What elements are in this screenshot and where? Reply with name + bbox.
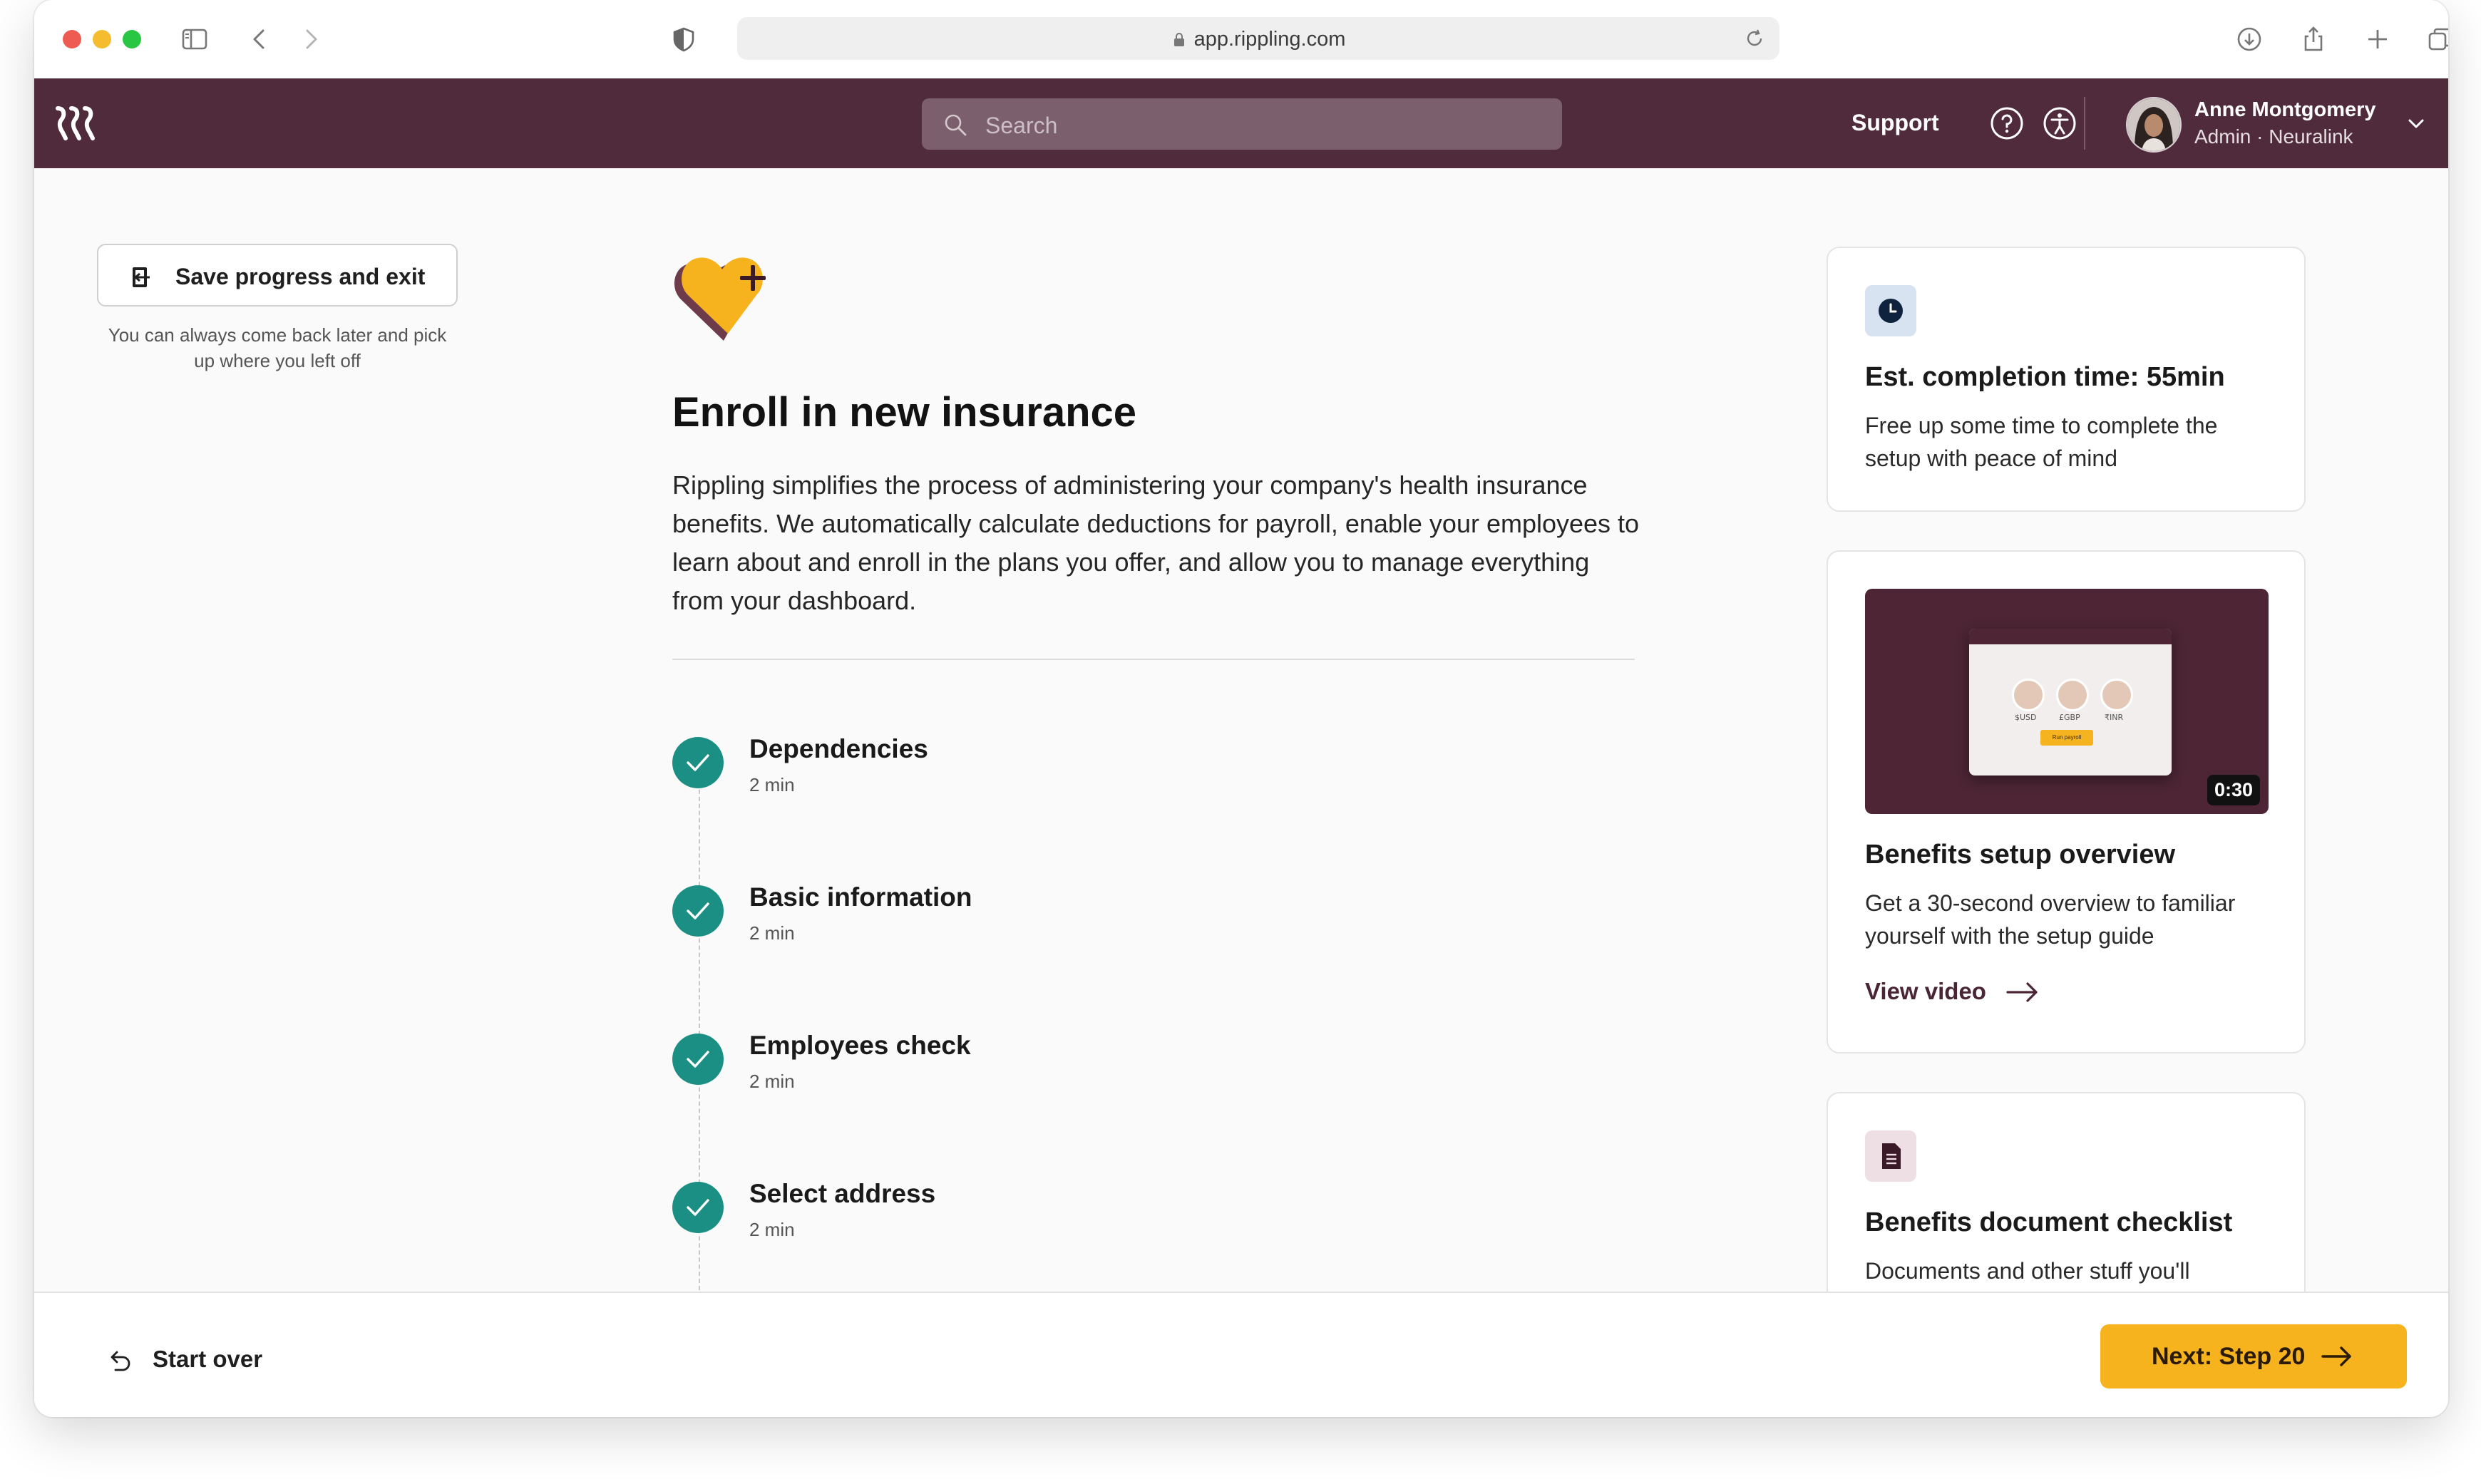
step-select-address[interactable]: Select address 2 min — [672, 1179, 1314, 1267]
user-name: Anne Montgomery — [2194, 98, 2376, 121]
chevron-down-icon[interactable] — [2405, 113, 2428, 135]
step-title: Dependencies — [749, 734, 928, 763]
maximize-window-button[interactable] — [123, 30, 141, 48]
card-description: Documents and other stuff you'll — [1865, 1258, 2190, 1284]
face-avatar — [2100, 679, 2133, 711]
next-step-label: Next: Step 20 — [2152, 1343, 2306, 1370]
lock-icon — [1173, 33, 1184, 46]
rippling-logo[interactable] — [56, 104, 98, 143]
sidebar-icon[interactable] — [178, 23, 211, 56]
card-title: Benefits setup overview — [1865, 840, 2176, 870]
card-title: Benefits document checklist — [1865, 1207, 2233, 1237]
view-video-label: View video — [1865, 978, 1986, 1004]
privacy-shield-icon[interactable] — [667, 23, 700, 56]
view-video-link[interactable]: View video — [1865, 978, 2038, 1005]
browser-window: app.rippling.com Search Support Anne Mon… — [34, 0, 2448, 1417]
heart-plus-icon — [674, 257, 766, 341]
step-employees-check[interactable]: Employees check 2 min — [672, 1031, 1314, 1119]
step-duration: 2 min — [749, 1219, 795, 1240]
document-icon — [1865, 1130, 1916, 1182]
completion-time-card: Est. completion time: 55min Free up some… — [1827, 247, 2306, 512]
check-circle-icon — [672, 1034, 724, 1085]
check-circle-icon — [672, 737, 724, 788]
support-link[interactable]: Support — [1851, 110, 1939, 136]
page-description: Rippling simplifies the process of admin… — [672, 470, 1640, 615]
close-window-button[interactable] — [63, 30, 81, 48]
arrow-right-icon — [2321, 1346, 2351, 1366]
download-icon[interactable] — [2233, 23, 2266, 56]
new-tab-icon[interactable] — [2361, 23, 2394, 56]
step-title: Basic information — [749, 882, 972, 912]
step-dependencies[interactable]: Dependencies 2 min — [672, 734, 1314, 823]
reload-icon[interactable] — [1742, 26, 1767, 51]
help-icon[interactable] — [1989, 105, 2025, 141]
section-divider — [672, 659, 1635, 660]
step-title: Select address — [749, 1179, 936, 1208]
accessibility-icon[interactable] — [2042, 105, 2077, 141]
user-role: Admin · Neuralink — [2194, 125, 2353, 148]
forward-icon[interactable] — [294, 23, 327, 56]
page-title: Enroll in new insurance — [672, 389, 1137, 436]
undo-icon — [111, 1351, 130, 1371]
search-placeholder: Search — [985, 113, 1058, 138]
url-text: app.rippling.com — [1193, 28, 1346, 51]
step-duration: 2 min — [749, 774, 795, 795]
step-duration: 2 min — [749, 922, 795, 944]
save-progress-label: Save progress and exit — [175, 264, 426, 289]
back-icon[interactable] — [244, 23, 277, 56]
currency-label: $USD — [2015, 713, 2037, 722]
check-circle-icon — [672, 885, 724, 937]
run-payroll-label: Run payroll — [2040, 730, 2093, 746]
currency-label: ₹INR — [2105, 713, 2124, 722]
video-thumbnail[interactable]: $USD £GBP ₹INR Run payroll 0:30 — [1865, 589, 2269, 814]
arrow-right-icon — [2006, 982, 2038, 1002]
currency-label: £GBP — [2059, 713, 2080, 722]
browser-toolbar: app.rippling.com — [34, 0, 2448, 80]
address-bar[interactable]: app.rippling.com — [737, 17, 1779, 60]
save-progress-button[interactable]: Save progress and exit — [97, 244, 458, 306]
start-over-label: Start over — [153, 1346, 263, 1372]
video-preview-screen: $USD £GBP ₹INR Run payroll — [1969, 629, 2172, 776]
check-circle-icon — [672, 1182, 724, 1233]
video-duration-badge: 0:30 — [2207, 775, 2260, 805]
card-title: Est. completion time: 55min — [1865, 362, 2225, 392]
tabs-overview-icon[interactable] — [2424, 23, 2448, 56]
app-header: Search Support Anne Montgomery Admin · N… — [34, 78, 2448, 168]
header-divider — [2084, 97, 2085, 150]
face-avatar — [2012, 679, 2045, 711]
face-avatar — [2056, 679, 2089, 711]
clock-icon — [1865, 285, 1916, 336]
exit-door-icon — [133, 267, 150, 287]
search-icon — [945, 114, 967, 136]
card-description: Get a 30-second overview to familiar you… — [1865, 890, 2236, 949]
card-description: Free up some time to complete the setup … — [1865, 413, 2218, 471]
step-basic-information[interactable]: Basic information 2 min — [672, 882, 1314, 971]
share-icon[interactable] — [2297, 23, 2330, 56]
minimize-window-button[interactable] — [93, 30, 111, 48]
avatar[interactable] — [2126, 97, 2182, 153]
save-progress-hint: You can always come back later and pick … — [108, 324, 447, 371]
next-step-button[interactable]: Next: Step 20 — [2100, 1324, 2407, 1388]
search-input[interactable]: Search — [922, 98, 1562, 150]
step-title: Employees check — [749, 1031, 971, 1060]
footer-bar: Start over Next: Step 20 — [34, 1292, 2448, 1417]
benefits-video-card: $USD £GBP ₹INR Run payroll 0:30 Benefits… — [1827, 550, 2306, 1053]
step-duration: 2 min — [749, 1071, 795, 1092]
